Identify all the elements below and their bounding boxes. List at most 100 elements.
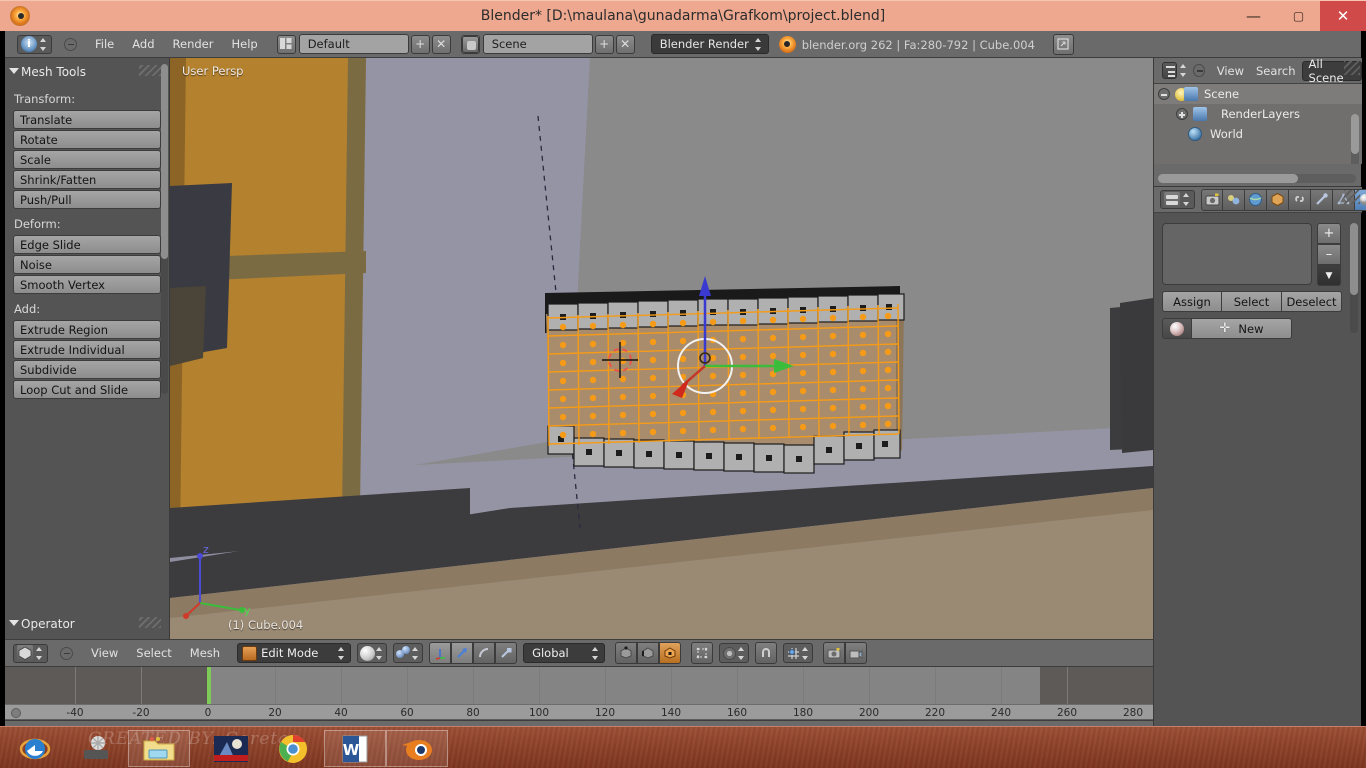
outliner-menu-search[interactable]: Search bbox=[1250, 61, 1302, 81]
maximize-button[interactable]: ▢ bbox=[1276, 1, 1321, 31]
scene-browse-icon[interactable] bbox=[460, 34, 480, 54]
close-button[interactable]: ✕ bbox=[1320, 1, 1366, 31]
screen-layout-name[interactable]: Default bbox=[298, 34, 409, 54]
delete-screen-layout-button[interactable]: ✕ bbox=[431, 34, 451, 54]
taskbar-media-player[interactable] bbox=[200, 730, 262, 767]
viewport-shading-selector[interactable] bbox=[357, 643, 388, 663]
snap-magnet-icon[interactable] bbox=[755, 642, 778, 664]
deselect-button[interactable]: Deselect bbox=[1282, 291, 1342, 312]
tool-subdivide[interactable]: Subdivide bbox=[13, 360, 161, 379]
viewport-menu-mesh[interactable]: Mesh bbox=[181, 643, 229, 663]
tool-smooth-vertex[interactable]: Smooth Vertex bbox=[13, 275, 161, 294]
tab-scene[interactable] bbox=[1223, 188, 1245, 211]
outliner-row-scene[interactable]: Scene bbox=[1154, 84, 1362, 104]
add-scene-button[interactable]: + bbox=[594, 34, 614, 54]
new-material-button[interactable]: ✛ New bbox=[1192, 318, 1292, 339]
properties-editor-type-selector[interactable] bbox=[1160, 190, 1195, 209]
interaction-mode-selector[interactable]: Edit Mode bbox=[237, 643, 352, 663]
outliner-row-renderlayers[interactable]: RenderLayers bbox=[1154, 104, 1362, 124]
remove-material-slot-button[interactable]: – bbox=[1317, 244, 1341, 265]
timeline-scroll-knob[interactable] bbox=[11, 708, 21, 718]
menu-add[interactable]: Add bbox=[123, 34, 163, 54]
toolshelf-scrollbar[interactable] bbox=[161, 64, 168, 394]
translate-manipulator-icon[interactable] bbox=[451, 642, 474, 664]
render-view-icon[interactable] bbox=[823, 642, 846, 664]
tool-push-pull[interactable]: Push/Pull bbox=[13, 190, 161, 209]
viewport-editor-type-selector[interactable] bbox=[13, 643, 48, 663]
tool-noise[interactable]: Noise bbox=[13, 255, 161, 274]
taskbar-blender[interactable] bbox=[386, 730, 448, 767]
render-animation-icon[interactable] bbox=[845, 642, 868, 664]
expand-icon[interactable] bbox=[1176, 108, 1188, 120]
collapse-menus-icon[interactable] bbox=[1193, 64, 1205, 77]
occlude-geometry-icon[interactable] bbox=[691, 642, 714, 664]
outliner-menu-view[interactable]: View bbox=[1211, 61, 1250, 81]
browse-material-button[interactable] bbox=[1162, 318, 1192, 339]
timeline-ruler[interactable]: -40 -20 0 20 40 60 80 100 120 140 160 18… bbox=[5, 704, 1153, 720]
taskbar-microsoft-word[interactable]: W bbox=[324, 730, 386, 767]
minimize-button[interactable]: — bbox=[1231, 1, 1276, 31]
outliner-vscrollbar[interactable] bbox=[1351, 114, 1359, 164]
outliner-row-world[interactable]: World bbox=[1154, 124, 1362, 144]
tool-loop-cut-and-slide[interactable]: Loop Cut and Slide bbox=[13, 380, 161, 399]
collapse-menus-icon[interactable] bbox=[60, 646, 73, 660]
face-select-icon[interactable] bbox=[659, 642, 682, 664]
assign-button[interactable]: Assign bbox=[1162, 291, 1222, 312]
editor-type-selector[interactable] bbox=[17, 34, 52, 54]
tab-constraints[interactable] bbox=[1289, 188, 1311, 211]
transform-orientation-selector[interactable]: Global bbox=[523, 643, 606, 663]
collapse-menus-icon[interactable] bbox=[64, 37, 77, 51]
delete-scene-button[interactable]: ✕ bbox=[615, 34, 635, 54]
taskbar-unknown-app[interactable] bbox=[66, 730, 128, 767]
add-material-slot-button[interactable]: + bbox=[1317, 223, 1341, 244]
outliner-editor-icon[interactable] bbox=[1162, 62, 1178, 79]
scale-manipulator-icon[interactable] bbox=[495, 642, 518, 664]
tab-modifiers[interactable] bbox=[1311, 188, 1333, 211]
timeline-strip[interactable] bbox=[5, 667, 1153, 704]
vertex-select-icon[interactable] bbox=[615, 642, 638, 664]
tool-scale[interactable]: Scale bbox=[13, 150, 161, 169]
select-button[interactable]: Select bbox=[1222, 291, 1282, 312]
tab-render[interactable] bbox=[1201, 188, 1223, 211]
viewport-menu-select[interactable]: Select bbox=[127, 643, 180, 663]
scene-name-field[interactable]: Scene bbox=[482, 34, 593, 54]
taskbar-file-explorer[interactable] bbox=[128, 730, 190, 767]
menu-file[interactable]: File bbox=[86, 34, 123, 54]
pivot-point-selector[interactable] bbox=[393, 643, 424, 663]
collapse-icon[interactable] bbox=[1158, 88, 1170, 100]
tool-extrude-individual[interactable]: Extrude Individual bbox=[13, 340, 161, 359]
snap-element-selector[interactable] bbox=[783, 643, 814, 663]
properties-vscrollbar[interactable] bbox=[1350, 223, 1358, 333]
mesh-tools-panel-header[interactable]: Mesh Tools bbox=[5, 58, 169, 85]
area-corner-grip-icon[interactable] bbox=[1344, 61, 1360, 75]
operator-panel-header[interactable]: Operator bbox=[5, 612, 169, 637]
viewport-menu-view[interactable]: View bbox=[82, 643, 127, 663]
menu-help[interactable]: Help bbox=[222, 34, 266, 54]
menu-render[interactable]: Render bbox=[164, 34, 223, 54]
add-screen-layout-button[interactable]: + bbox=[410, 34, 430, 54]
tool-extrude-region[interactable]: Extrude Region bbox=[13, 320, 161, 339]
render-engine-selector[interactable]: Blender Render bbox=[650, 34, 769, 54]
material-specials-button[interactable]: ▼ bbox=[1317, 265, 1341, 286]
3d-viewport[interactable]: z y User Persp (1) Cube.004 bbox=[170, 58, 1153, 639]
tool-edge-slide[interactable]: Edge Slide bbox=[13, 235, 161, 254]
proportional-edit-selector[interactable] bbox=[719, 643, 750, 663]
manipulator-toggle-icon[interactable] bbox=[429, 642, 452, 664]
report-expand-icon[interactable] bbox=[1052, 33, 1074, 55]
tool-rotate[interactable]: Rotate bbox=[13, 130, 161, 149]
taskbar-google-chrome[interactable] bbox=[262, 730, 324, 767]
screen-layout-icon[interactable] bbox=[276, 34, 296, 54]
outliner-hscrollbar[interactable] bbox=[1158, 174, 1356, 183]
rotate-manipulator-icon[interactable] bbox=[473, 642, 496, 664]
edge-select-icon[interactable] bbox=[637, 642, 660, 664]
area-corner-grip-icon[interactable] bbox=[1344, 190, 1360, 204]
tab-object[interactable] bbox=[1267, 188, 1289, 211]
tool-shrink-fatten[interactable]: Shrink/Fatten bbox=[13, 170, 161, 189]
ruler-tick: -20 bbox=[132, 707, 150, 719]
timeline-playhead[interactable] bbox=[207, 667, 211, 704]
material-slot-list[interactable] bbox=[1162, 223, 1312, 285]
outliner-tree[interactable]: Scene RenderLayers World bbox=[1154, 84, 1362, 164]
tab-world[interactable] bbox=[1245, 188, 1267, 211]
taskbar-internet-explorer[interactable] bbox=[4, 730, 66, 767]
tool-translate[interactable]: Translate bbox=[13, 110, 161, 129]
